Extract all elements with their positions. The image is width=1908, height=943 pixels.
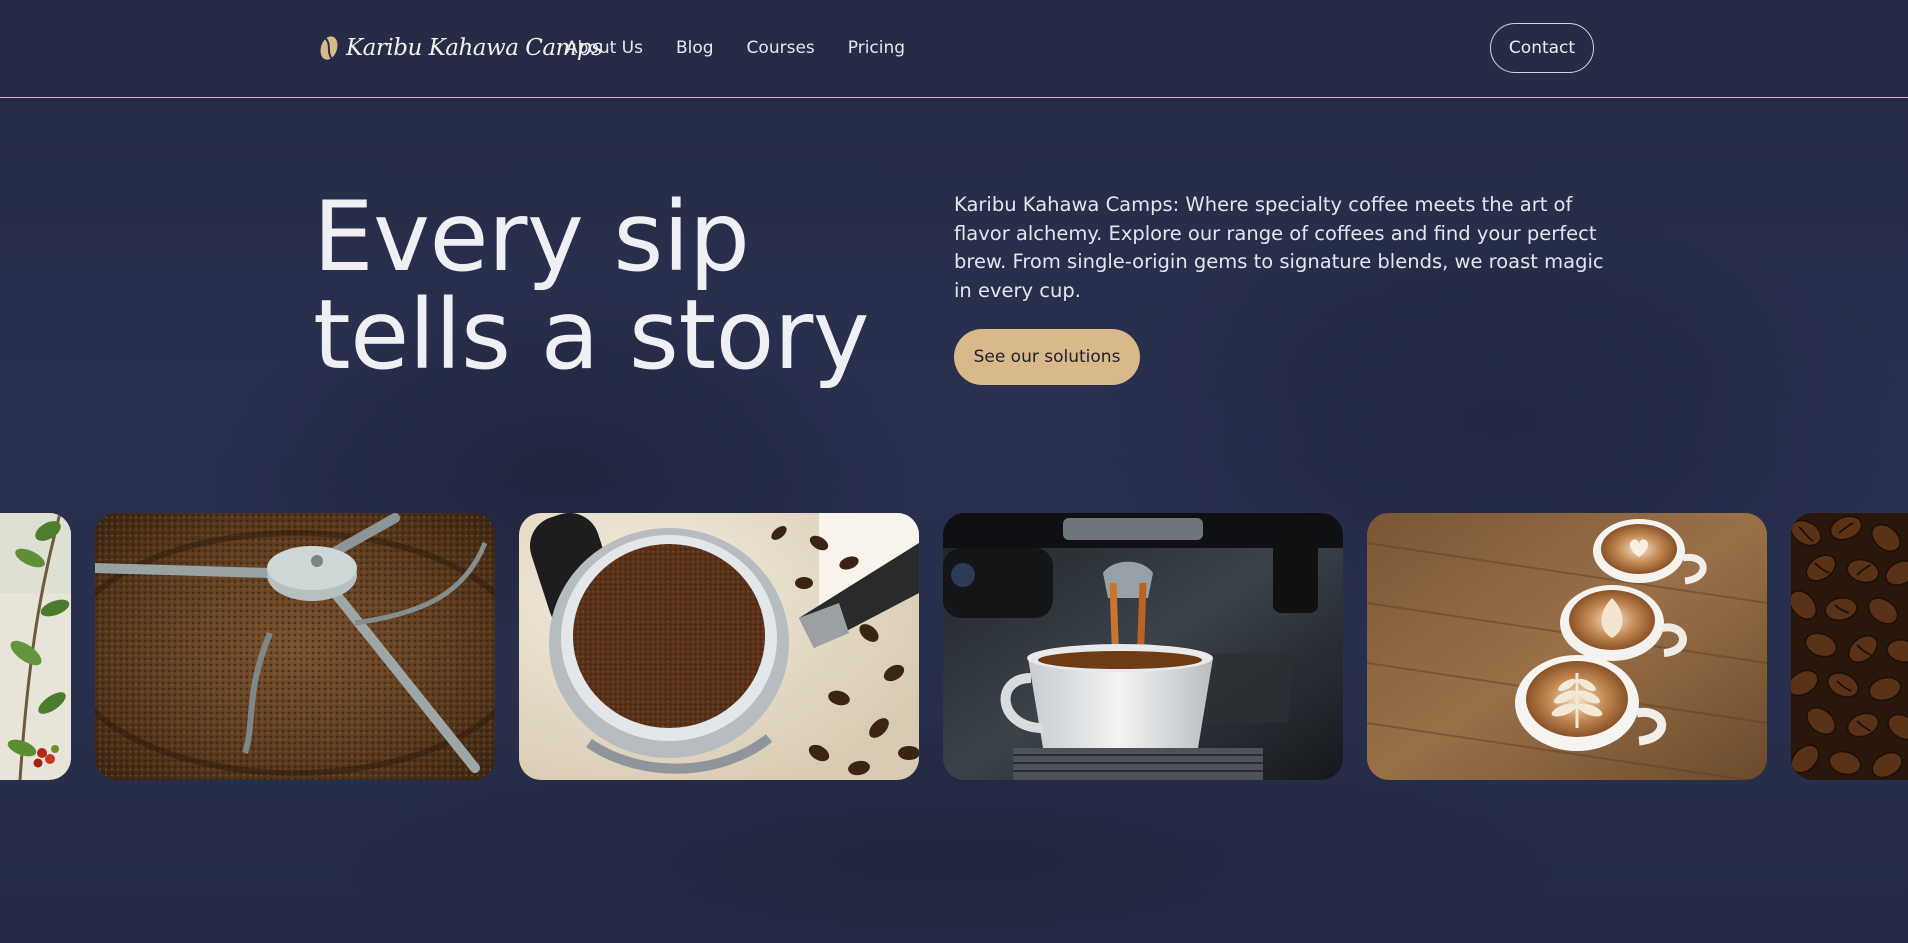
landing-page: Karibu Kahawa Camps About Us Blog Course…: [0, 0, 1908, 943]
photo-gallery[interactable]: [0, 513, 1908, 780]
hero-title-line-1: Every sip: [313, 181, 750, 293]
brand-name: Karibu Kahawa Camps: [346, 35, 603, 61]
gallery-photo-latte-art: [1367, 513, 1767, 780]
gallery-photo-coffee-plant: [0, 513, 71, 780]
gallery-photo-coffee-beans: [1791, 513, 1908, 780]
coffee-bean-icon: [320, 36, 338, 60]
main-nav: About Us Blog Courses Pricing: [566, 36, 905, 60]
see-solutions-button[interactable]: See our solutions: [954, 329, 1140, 385]
gallery-photo-espresso-pour: [943, 513, 1343, 780]
hero-title-line-2: tells a story: [313, 279, 870, 391]
gallery-photo-portafilter: [519, 513, 919, 780]
contact-button[interactable]: Contact: [1490, 23, 1594, 73]
brand-logo[interactable]: Karibu Kahawa Camps: [318, 30, 603, 66]
nav-link-courses[interactable]: Courses: [747, 36, 815, 60]
nav-link-pricing[interactable]: Pricing: [848, 36, 905, 60]
nav-link-blog[interactable]: Blog: [676, 36, 714, 60]
nav-link-about-us[interactable]: About Us: [566, 36, 643, 60]
hero-title: Every sip tells a story: [313, 188, 913, 384]
site-header: Karibu Kahawa Camps About Us Blog Course…: [0, 0, 1908, 98]
gallery-photo-coffee-roaster: [95, 513, 495, 780]
hero-description: Karibu Kahawa Camps: Where specialty cof…: [954, 193, 1604, 302]
